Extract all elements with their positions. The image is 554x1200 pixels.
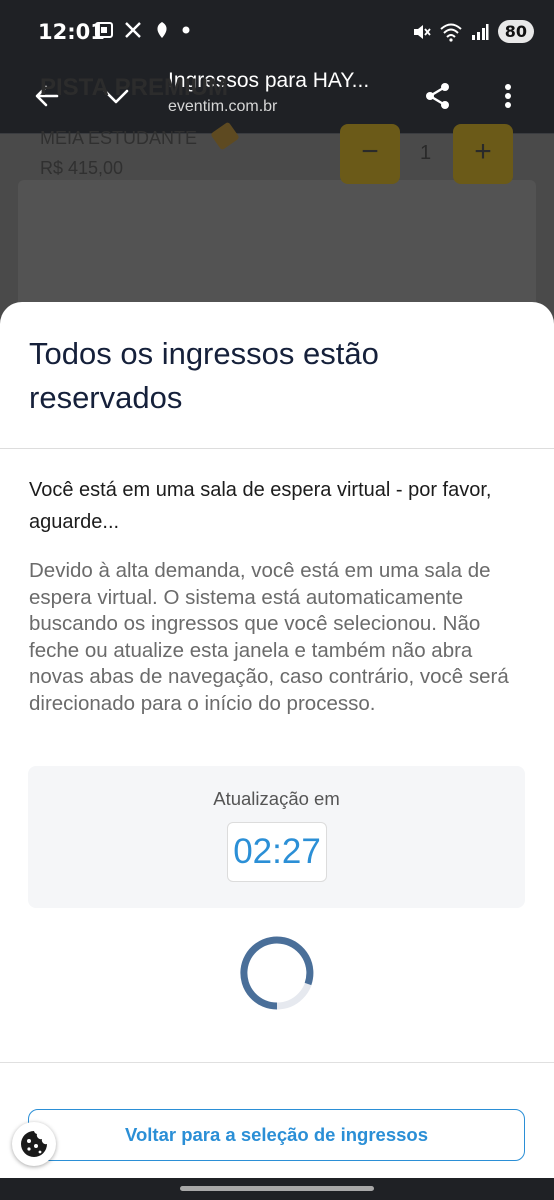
screenshot-icon	[95, 22, 113, 38]
system-icons: 80	[411, 20, 534, 43]
battery-indicator: 80	[497, 20, 534, 43]
share-icon	[426, 83, 449, 109]
share-button[interactable]	[416, 74, 460, 118]
countdown-panel: Atualização em 02:27	[28, 766, 525, 908]
modal-title: Todos os ingressos estão reservados	[29, 336, 379, 415]
decrease-quantity-button[interactable]: −	[340, 124, 400, 184]
divider	[0, 1062, 554, 1063]
x-icon	[125, 22, 141, 38]
notification-icons	[94, 20, 190, 40]
countdown-label: Atualização em	[213, 788, 340, 809]
mute-icon	[413, 24, 431, 39]
divider	[0, 448, 554, 449]
leaf-icon	[157, 22, 167, 38]
signal-icon	[471, 23, 489, 40]
increase-quantity-button[interactable]: +	[453, 124, 513, 184]
countdown-timer: 02:27	[227, 822, 327, 882]
section-name: PISTA PREMIUM	[40, 74, 229, 101]
loading-spinner-icon	[240, 936, 314, 1010]
more-options-button[interactable]	[486, 74, 530, 118]
modal-description: Devido à alta demanda, você está em uma …	[29, 559, 509, 715]
ticket-quantity: 1	[420, 142, 432, 164]
more-vertical-icon	[505, 84, 511, 108]
modal-subtitle: Você está em uma sala de espera virtual …	[29, 479, 492, 533]
navigation-bar	[0, 1178, 554, 1200]
cookie-settings-button[interactable]	[12, 1122, 56, 1166]
wifi-icon	[440, 23, 462, 42]
status-bar: 12:01 80	[0, 0, 554, 62]
back-to-selection-button[interactable]: Voltar para a seleção de ingressos	[28, 1109, 525, 1161]
dot-icon	[182, 26, 190, 34]
ticket-type: MEIA ESTUDANTE	[40, 128, 198, 148]
home-gesture-handle[interactable]	[180, 1186, 374, 1191]
cookie-icon	[21, 1131, 47, 1157]
ticket-price: R$ 415,00	[40, 158, 124, 178]
waiting-room-modal: Todos os ingressos estão reservados Você…	[0, 302, 554, 1178]
